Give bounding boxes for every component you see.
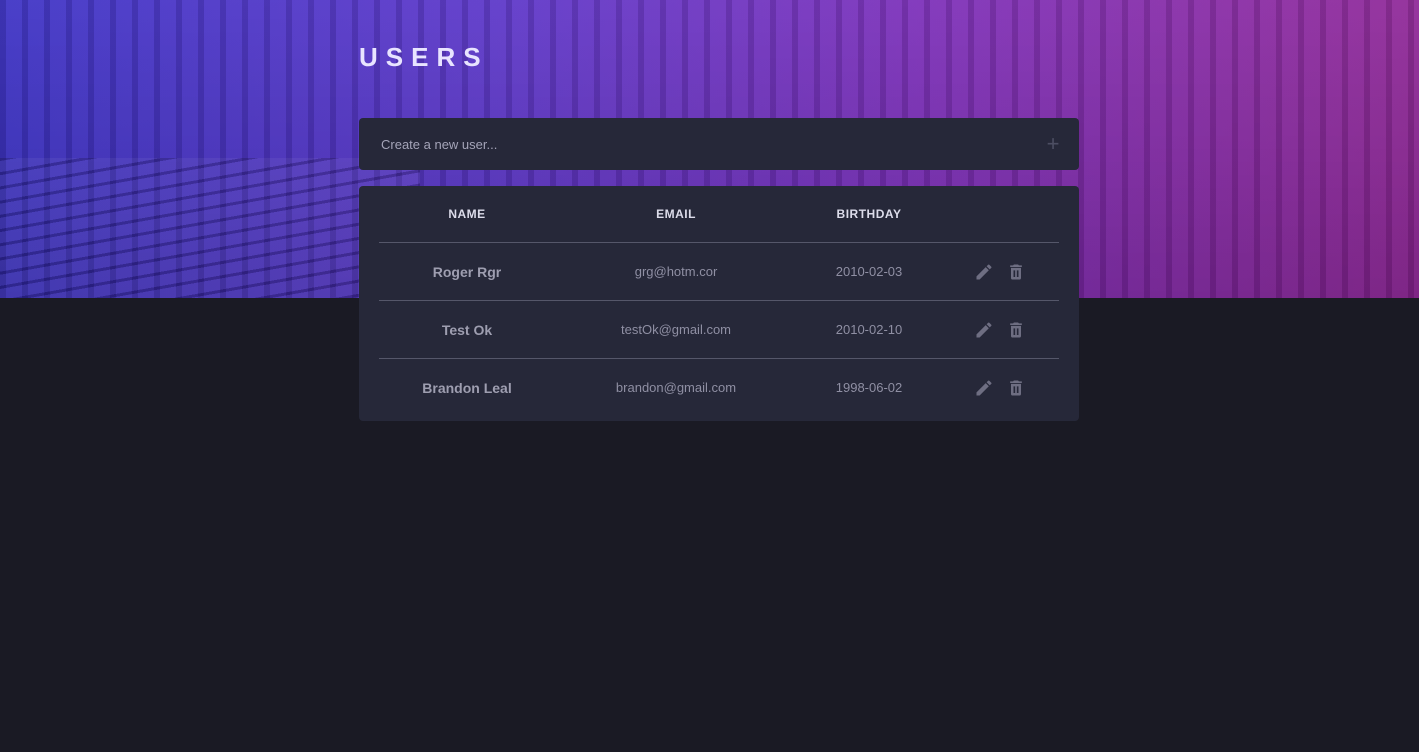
table-row: Brandon Leal brandon@gmail.com 1998-06-0… [379,359,1059,416]
user-birthday: 1998-06-02 [835,380,903,395]
pencil-icon[interactable] [974,262,994,282]
page-title: USERS [359,42,489,72]
table-row: Test Ok testOk@gmail.com 2010-02-10 [379,301,1059,359]
plus-icon[interactable]: + [1043,133,1063,155]
user-birthday: 2010-02-03 [835,264,903,279]
user-birthday: 2010-02-10 [835,322,903,337]
user-email: testOk@gmail.com [621,322,731,337]
user-name: Brandon Leal [422,379,512,396]
column-header-birthday: BIRTHDAY [836,207,902,221]
trash-icon[interactable] [1006,320,1026,340]
user-name: Test Ok [441,321,493,338]
table-header: NAME EMAIL BIRTHDAY [379,186,1059,243]
row-actions [941,262,1059,282]
trash-icon[interactable] [1006,378,1026,398]
create-user-bar: + [359,118,1079,170]
user-email: grg@hotm.cor [634,264,718,279]
pencil-icon[interactable] [974,378,994,398]
row-actions [941,320,1059,340]
column-header-email: EMAIL [656,207,696,221]
column-header-name: NAME [448,207,486,221]
create-user-input[interactable] [379,135,1043,153]
user-email: brandon@gmail.com [615,380,737,395]
table-row: Roger Rgr grg@hotm.cor 2010-02-03 [379,243,1059,301]
pencil-icon[interactable] [974,320,994,340]
users-table: NAME EMAIL BIRTHDAY Roger Rgr grg@hotm.c… [359,186,1079,421]
user-name: Roger Rgr [432,263,502,280]
trash-icon[interactable] [1006,262,1026,282]
row-actions [941,378,1059,398]
